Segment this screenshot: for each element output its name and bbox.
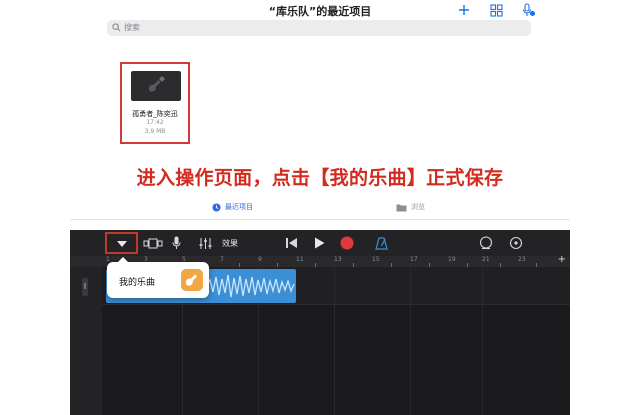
ruler-number: 11 <box>296 256 304 263</box>
project-file[interactable]: 孤勇者_陈奕迅 17:42 3.9 MB <box>120 62 190 144</box>
control-bar: 效果 <box>70 230 570 256</box>
file-name: 孤勇者_陈奕迅 <box>132 110 178 118</box>
empty-track-area[interactable] <box>102 305 570 415</box>
garageband-workspace: 效果 1 3 5 7 9 11 13 15 17 19 21 23 + 我的乐曲 <box>70 230 570 415</box>
tab-browse-label: 浏览 <box>411 203 425 211</box>
settings-button[interactable] <box>508 235 524 251</box>
tab-recent-label: 最近项目 <box>225 203 253 211</box>
loop-browser-button[interactable] <box>478 235 494 251</box>
my-songs-menu-button[interactable] <box>105 232 138 254</box>
triangle-down-icon <box>117 241 127 247</box>
files-browser: “库乐队”的最近项目 搜索 孤勇者_陈奕迅 17:42 3.9 MB 进入操作页… <box>70 0 570 230</box>
effects-label: 效果 <box>222 238 238 248</box>
grid-view-icon[interactable] <box>488 2 504 18</box>
search-icon <box>112 23 121 32</box>
microphone-settings-icon[interactable] <box>520 2 536 18</box>
tab-divider <box>70 219 570 220</box>
record-button[interactable] <box>339 235 355 251</box>
file-time: 17:42 <box>146 119 164 126</box>
skip-back-icon <box>285 238 297 248</box>
ruler-number: 23 <box>518 256 526 263</box>
instruction-caption: 进入操作页面，点击【我的乐曲】正式保存 <box>136 167 504 189</box>
rewind-button[interactable] <box>283 235 299 251</box>
ruler-number: 13 <box>334 256 342 263</box>
tab-browse[interactable]: 浏览 <box>396 202 425 212</box>
metronome-button[interactable] <box>373 235 389 251</box>
loop-icon <box>479 236 493 250</box>
ruler-number: 9 <box>258 256 262 263</box>
clock-icon <box>212 202 221 212</box>
ruler-number: 21 <box>482 256 490 263</box>
microphone-icon <box>172 236 180 249</box>
metronome-icon <box>374 236 388 250</box>
track-instrument-icon[interactable] <box>78 277 92 301</box>
add-section-icon[interactable]: + <box>558 254 566 265</box>
search-placeholder: 搜索 <box>124 23 140 32</box>
popup-arrow <box>117 257 129 263</box>
browser-view-button[interactable] <box>142 235 164 251</box>
ruler-number: 19 <box>448 256 456 263</box>
record-icon <box>340 236 354 250</box>
folder-icon <box>396 204 407 211</box>
tracks-view-icon <box>143 238 163 248</box>
effects-button[interactable]: 效果 <box>218 235 242 251</box>
ruler-number: 7 <box>220 256 224 263</box>
project-thumbnail <box>131 71 181 101</box>
play-icon <box>314 237 324 249</box>
add-icon[interactable] <box>456 2 472 18</box>
ruler-number: 15 <box>372 256 380 263</box>
search-field[interactable]: 搜索 <box>107 20 531 36</box>
ruler-number: 17 <box>410 256 418 263</box>
ipad-screen: “库乐队”的最近项目 搜索 孤勇者_陈奕迅 17:42 3.9 MB 进入操作页… <box>70 0 570 415</box>
mixer-sliders-icon <box>199 237 211 249</box>
mixer-button[interactable] <box>198 235 212 251</box>
my-songs-label: 我的乐曲 <box>119 278 156 288</box>
gear-icon <box>509 236 523 250</box>
play-button[interactable] <box>312 235 326 251</box>
file-size: 3.9 MB <box>144 128 166 135</box>
tab-recent[interactable]: 最近项目 <box>212 202 253 212</box>
garageband-app-icon <box>181 269 203 291</box>
bottom-tab-bar: 最近项目 浏览 <box>70 200 570 220</box>
my-songs-popup[interactable]: 我的乐曲 <box>107 257 209 298</box>
guitar-icon <box>148 76 165 92</box>
microphone-button[interactable] <box>170 235 182 251</box>
